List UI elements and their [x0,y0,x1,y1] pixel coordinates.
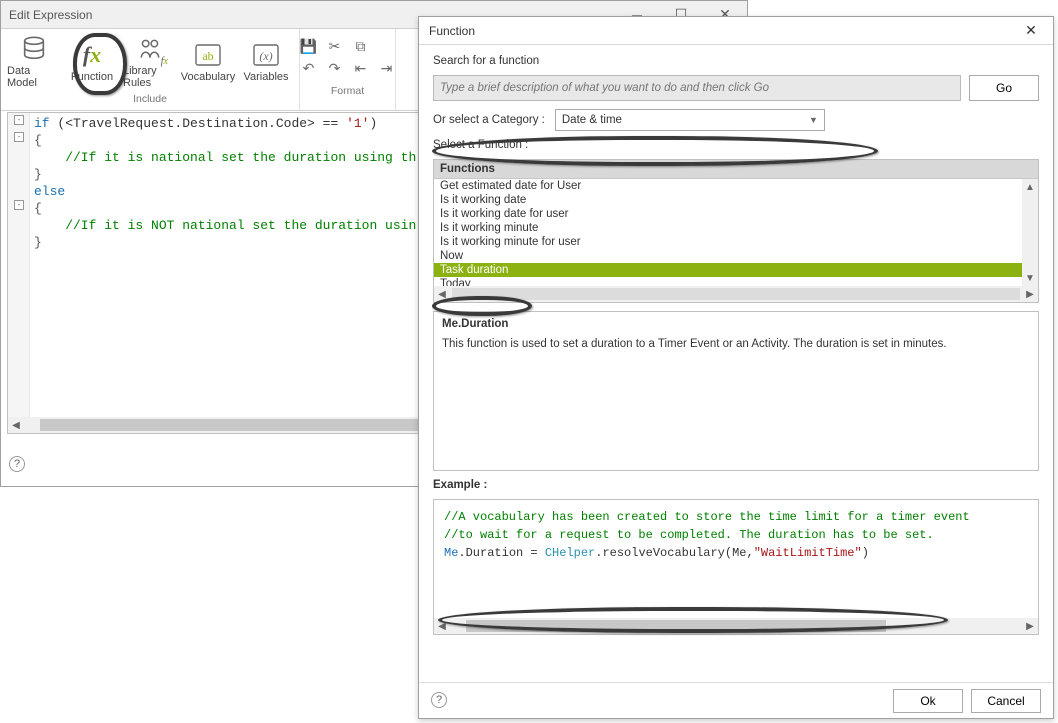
function-list-hscrollbar[interactable]: ◀ ▶ [434,286,1038,302]
description-title: Me.Duration [442,318,1030,330]
save-button[interactable]: 💾 [300,37,318,55]
description-box: Me.Duration This function is used to set… [433,311,1039,471]
description-text: This function is used to set a duration … [442,338,1030,350]
svg-text:ab: ab [202,49,213,63]
dialog-close-button[interactable]: ✕ [1009,17,1053,44]
search-label: Search for a function [433,55,1039,67]
scroll-down-icon[interactable]: ▼ [1022,270,1038,286]
select-function-label: Select a Function : [433,139,1039,151]
function-item[interactable]: Is it working minute for user [434,235,1038,249]
scroll-thumb[interactable] [466,620,886,632]
copy-icon: ⧉ [356,38,366,55]
example-code: //A vocabulary has been created to store… [434,500,1038,570]
library-rules-button[interactable]: fx Library Rules [123,31,177,91]
function-list-vscrollbar[interactable]: ▲ ▼ [1022,179,1038,286]
category-label: Or select a Category : [433,114,545,126]
go-button[interactable]: Go [969,75,1039,101]
scroll-up-icon[interactable]: ▲ [1022,179,1038,195]
variables-label: Variables [243,71,288,83]
outdent-icon: ⇤ [355,60,367,77]
undo-button[interactable]: ↶ [300,59,318,77]
outdent-button[interactable]: ⇤ [352,59,370,77]
save-icon: 💾 [300,38,317,55]
ok-button[interactable]: Ok [893,689,963,713]
indent-icon: ⇥ [381,60,393,77]
svg-text:(x): (x) [259,49,272,63]
function-item[interactable]: Now [434,249,1038,263]
function-item[interactable]: Is it working date for user [434,207,1038,221]
function-list-header: Functions [434,160,1038,179]
help-icon[interactable]: ? [9,456,25,472]
format-group-label: Format [306,83,389,99]
fx-icon: fx [76,39,108,71]
chevron-down-icon: ▼ [809,115,818,125]
ribbon-group-format: 💾 ✂ ⧉ ↶ ↷ ⇤ ⇥ Format [300,29,396,110]
redo-icon: ↷ [329,60,341,77]
dialog-title: Function [419,24,475,38]
scroll-thumb[interactable] [40,419,460,431]
data-model-label: Data Model [7,65,61,89]
example-label: Example : [433,479,1039,491]
data-model-button[interactable]: Data Model [7,31,61,91]
ribbon-group-include: Data Model fx Function fx Library Rules [1,29,300,110]
function-list: Functions Get estimated date for User Is… [433,159,1039,303]
library-fx-icon: fx [134,33,166,65]
database-icon [18,33,50,65]
code-gutter: - - - [8,113,30,417]
dialog-footer: ? Ok Cancel [419,682,1053,718]
close-icon: ✕ [1025,22,1037,39]
function-label: Function [71,71,113,83]
function-item[interactable]: Is it working minute [434,221,1038,235]
scroll-left-icon[interactable]: ◀ [434,621,450,632]
redo-button[interactable]: ↷ [326,59,344,77]
vocabulary-button[interactable]: ab Vocabulary [181,31,235,91]
function-item[interactable]: Is it working date [434,193,1038,207]
example-hscrollbar[interactable]: ◀ ▶ [434,618,1038,634]
scroll-thumb[interactable] [452,288,1020,300]
scroll-right-icon[interactable]: ▶ [1022,621,1038,632]
scroll-left-icon[interactable]: ◀ [434,289,450,300]
function-item[interactable]: Get estimated date for User [434,179,1038,193]
category-value: Date & time [562,114,622,126]
library-rules-label: Library Rules [123,65,177,89]
main-window-title: Edit Expression [1,8,92,22]
indent-button[interactable]: ⇥ [378,59,396,77]
variables-icon: (x) [250,39,282,71]
scroll-left-icon[interactable]: ◀ [8,417,24,433]
scroll-right-icon[interactable]: ▶ [1022,289,1038,300]
dialog-titlebar: Function ✕ [419,17,1053,45]
function-dialog: Function ✕ Search for a function Go Or s… [418,16,1054,719]
ab-icon: ab [192,39,224,71]
copy-button[interactable]: ⧉ [352,37,370,55]
function-items: Get estimated date for User Is it workin… [434,179,1038,286]
function-item-selected[interactable]: Task duration [434,263,1038,277]
function-item[interactable]: Today [434,277,1038,286]
undo-icon: ↶ [303,60,315,77]
scissors-icon: ✂ [329,38,341,55]
help-icon[interactable]: ? [431,692,447,708]
include-group-label: Include [7,91,293,107]
vocabulary-label: Vocabulary [181,71,235,83]
cut-button[interactable]: ✂ [326,37,344,55]
category-select[interactable]: Date & time ▼ [555,109,825,131]
cancel-button[interactable]: Cancel [971,689,1041,713]
example-box: //A vocabulary has been created to store… [433,499,1039,635]
variables-button[interactable]: (x) Variables [239,31,293,91]
function-button[interactable]: fx Function [65,31,119,91]
search-input[interactable] [433,75,961,101]
